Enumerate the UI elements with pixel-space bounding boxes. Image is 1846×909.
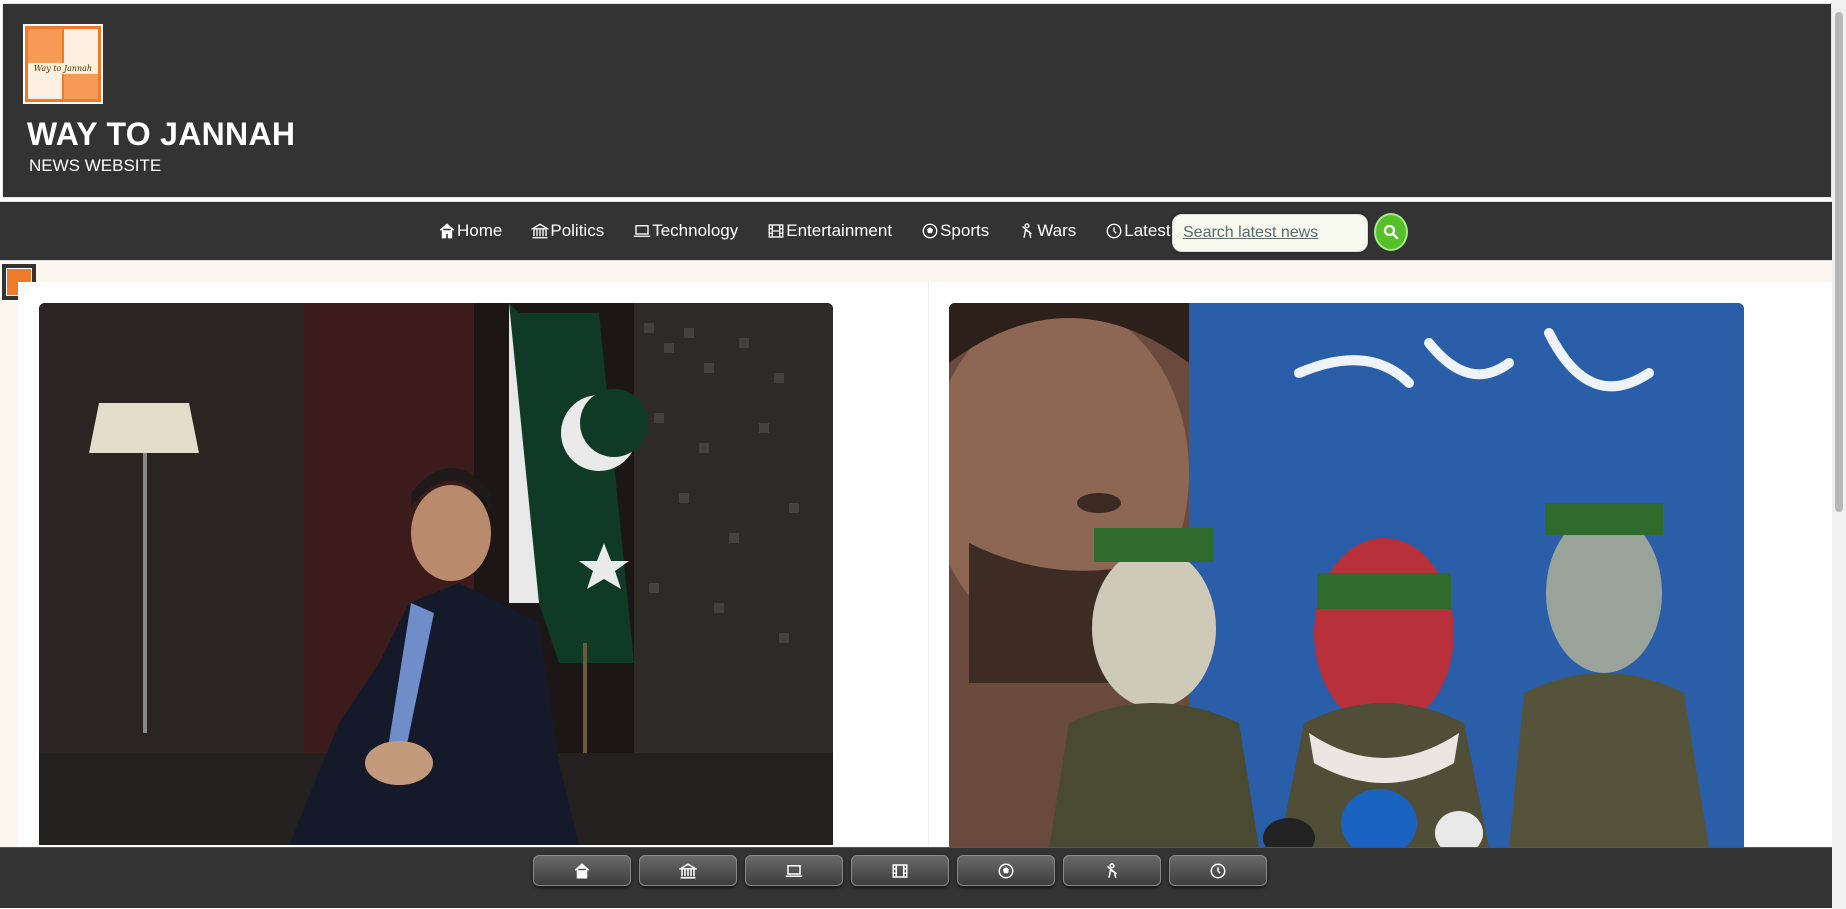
bottom-nav-latest-button[interactable] (1169, 855, 1267, 886)
article-image[interactable] (39, 303, 833, 845)
nav-item-entertainment[interactable]: Entertainment (767, 221, 892, 241)
bottom-nav-politics-button[interactable] (639, 855, 737, 886)
bank-icon (679, 862, 697, 878)
nav-item-technology[interactable]: Technology (633, 221, 738, 241)
nav-label-latest: Latest (1124, 221, 1171, 240)
soccer-ball-icon (998, 863, 1014, 878)
nav-item-home[interactable]: Home (438, 221, 502, 241)
logo-text: Way to Jannah (28, 63, 98, 74)
nav-label-home: Home (457, 221, 503, 240)
site-header: Way to Jannah WAY TO JANNAH NEWS WEBSITE (2, 3, 1832, 198)
bottom-nav-home-button[interactable] (533, 855, 631, 886)
home-icon (439, 223, 455, 239)
content-top-strip (0, 262, 1832, 282)
main-nav: Home Politics Technology Entertainment S… (0, 201, 1832, 261)
scrollbar-thumb[interactable] (1835, 12, 1843, 512)
nav-item-wars[interactable]: Wars (1018, 221, 1076, 241)
laptop-icon (633, 225, 651, 237)
site-title: WAY TO JANNAH (27, 116, 296, 152)
nav-label-wars: Wars (1037, 221, 1077, 240)
search-input[interactable] (1183, 223, 1359, 243)
nav-label-sports: Sports (940, 221, 990, 240)
content-left-edge (0, 262, 18, 847)
site-subtitle: NEWS WEBSITE (29, 156, 162, 175)
home-icon (574, 862, 590, 878)
nav-label-entertainment: Entertainment (786, 221, 893, 240)
film-icon (768, 224, 784, 238)
search-icon (1383, 224, 1399, 240)
bank-icon (531, 223, 550, 239)
article-image[interactable] (949, 303, 1744, 848)
bottom-nav-entertainment-button[interactable] (851, 855, 949, 886)
site-logo[interactable]: Way to Jannah (23, 24, 103, 104)
soldier-icon (1022, 223, 1033, 238)
nav-label-politics: Politics (550, 221, 605, 240)
bottom-nav (0, 847, 1832, 908)
page-scrollbar[interactable] (1832, 0, 1846, 909)
nav-item-politics[interactable]: Politics (531, 221, 604, 241)
clock-icon (1106, 223, 1122, 239)
soldier-icon (1107, 862, 1117, 878)
bottom-nav-technology-button[interactable] (745, 855, 843, 886)
soccer-ball-icon (922, 223, 938, 239)
nav-item-latest[interactable]: Latest (1105, 221, 1171, 241)
laptop-icon (785, 864, 803, 877)
bottom-nav-wars-button[interactable] (1063, 855, 1161, 886)
nav-label-technology: Technology (652, 221, 739, 240)
clock-icon (1210, 863, 1226, 878)
nav-links: Home Politics Technology Entertainment S… (438, 202, 1200, 260)
search-box (1172, 214, 1368, 252)
search-button[interactable] (1374, 213, 1408, 251)
film-icon (892, 863, 908, 878)
bottom-nav-sports-button[interactable] (957, 855, 1055, 886)
nav-item-sports[interactable]: Sports (921, 221, 989, 241)
